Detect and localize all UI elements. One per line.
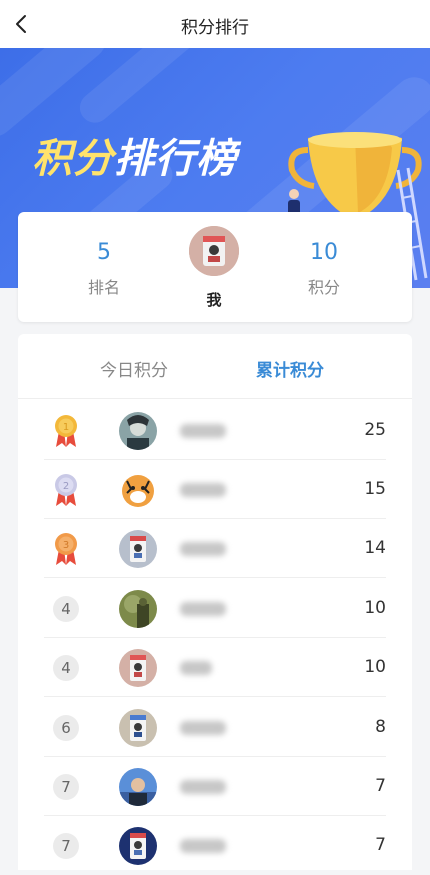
ranking-row[interactable]: 2 15: [18, 460, 412, 519]
top-bar: 积分排行: [0, 0, 430, 48]
score: 14: [364, 538, 386, 558]
avatar[interactable]: [119, 412, 157, 450]
page-title: 积分排行: [181, 18, 249, 38]
score: 7: [375, 776, 386, 796]
avatar[interactable]: [119, 590, 157, 628]
rank-number: 4: [53, 655, 79, 681]
score: 10: [364, 598, 386, 618]
ranking-row[interactable]: 7 7: [18, 816, 412, 875]
ranking-row[interactable]: 4 10: [18, 638, 412, 697]
avatar[interactable]: [119, 768, 157, 806]
score: 15: [364, 479, 386, 499]
gold-medal-icon: 1: [55, 415, 77, 447]
bronze-medal-icon: 3: [55, 533, 77, 565]
ranking-row[interactable]: 6 8: [18, 698, 412, 757]
score: 10: [364, 657, 386, 677]
user-name-blurred: [180, 780, 226, 794]
user-name-blurred: [180, 721, 226, 735]
rank-number: 4: [53, 596, 79, 622]
ranking-list-card: 今日积分 累计积分 1 25 2 15 3 14 4 10 4 10 6 8 7…: [18, 334, 412, 870]
tab-total-points[interactable]: 累计积分: [256, 356, 324, 381]
user-name-blurred: [180, 602, 226, 616]
ranking-row[interactable]: 3 14: [18, 519, 412, 578]
svg-text:1: 1: [63, 422, 69, 433]
my-rank-value: 5: [97, 240, 111, 265]
avatar[interactable]: [119, 530, 157, 568]
avatar[interactable]: [119, 649, 157, 687]
rank-number: 7: [53, 774, 79, 800]
user-name-blurred: [180, 542, 226, 556]
user-name-blurred: [180, 661, 212, 675]
score: 8: [375, 717, 386, 737]
svg-text:2: 2: [63, 481, 69, 492]
user-name-blurred: [180, 483, 226, 497]
tab-today-points[interactable]: 今日积分: [100, 356, 168, 381]
ranking-row[interactable]: 1 25: [18, 401, 412, 460]
my-rank-card: 5 排名 我 10 积分: [18, 212, 412, 322]
rank-number: 6: [53, 715, 79, 741]
my-points-value: 10: [310, 240, 338, 265]
svg-text:3: 3: [63, 540, 69, 551]
score: 7: [375, 835, 386, 855]
my-avatar[interactable]: [189, 226, 239, 276]
avatar[interactable]: [119, 709, 157, 747]
banner-title: 积分排行榜: [32, 136, 237, 182]
ranking-row[interactable]: 4 10: [18, 579, 412, 638]
tab-divider: [18, 398, 412, 399]
ranking-row[interactable]: 7 7: [18, 757, 412, 816]
avatar[interactable]: [119, 471, 157, 509]
my-name: 我: [206, 291, 222, 309]
rank-number: 7: [53, 833, 79, 859]
my-points-label: 积分: [307, 278, 340, 297]
user-name-blurred: [180, 839, 226, 853]
avatar[interactable]: [119, 827, 157, 865]
silver-medal-icon: 2: [55, 474, 77, 506]
score: 25: [364, 420, 386, 440]
my-rank-label: 排名: [87, 278, 120, 297]
user-name-blurred: [180, 424, 226, 438]
